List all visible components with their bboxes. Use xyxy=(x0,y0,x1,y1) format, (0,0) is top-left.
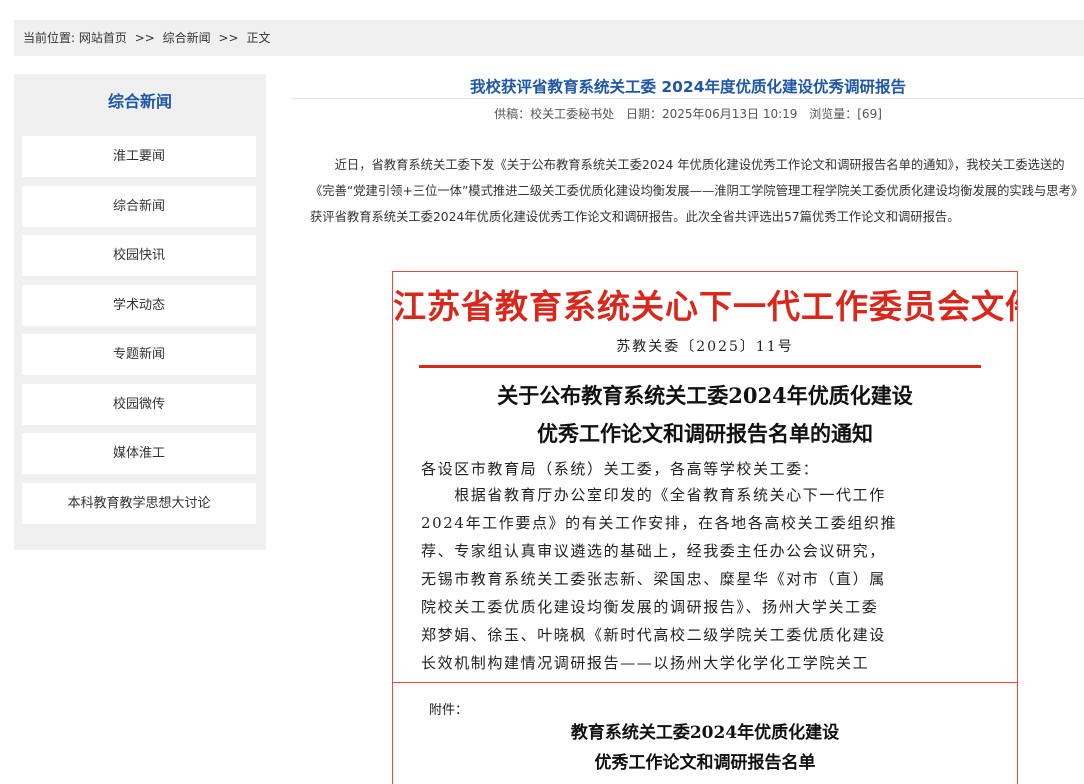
document-number: 苏教关委〔2025〕11号 xyxy=(616,339,794,355)
sidebar-item-media-huaigong[interactable]: 媒体淮工 xyxy=(22,433,256,474)
sidebar-item-campus-micro[interactable]: 校园微传 xyxy=(22,384,256,425)
document-attachment-title-line-2: 优秀工作论文和调研报告名单 xyxy=(594,753,816,773)
article-source: 供稿：校关工委秘书处 xyxy=(494,107,615,121)
document-body-line: 荐、专家组认真审议遴选的基础上，经我委主任办公会议研究， xyxy=(421,542,886,560)
sidebar-title: 综合新闻 xyxy=(107,92,172,111)
document-body-line: 根据省教育厅办公室印发的《全省教育系统关心下一代工作 xyxy=(421,486,886,504)
document-body-line: 2024年工作要点》的有关工作安排，在各地各高校关工委组织推 xyxy=(421,514,898,532)
sidebar-item-academic-news[interactable]: 学术动态 xyxy=(22,285,256,326)
sidebar-item-huaigong-news[interactable]: 淮工要闻 xyxy=(22,136,256,177)
sidebar-item-general-news[interactable]: 综合新闻 xyxy=(22,186,256,227)
document-image: 江苏省教育系统关心下一代工作委员会文件 苏教关委〔2025〕11号 关于公布教育… xyxy=(392,271,1018,784)
breadcrumb-home-link[interactable]: 网站首页 xyxy=(79,31,127,45)
document-body-line: 郑梦娟、徐玉、叶晓枫《新时代高校二级学院关工委优质化建设 xyxy=(421,626,886,644)
document-body-line: 无锡市教育系统关工委张志新、梁国忠、糜星华《对市（直）属 xyxy=(421,570,886,588)
document-red-rule xyxy=(419,365,981,368)
document-body-line: 长效机制构建情况调研报告——以扬州大学化学化工学院关工 xyxy=(421,654,870,672)
breadcrumb-separator: >> xyxy=(218,31,239,45)
sidebar-item-teaching-discussion[interactable]: 本科教育教学思想大讨论 xyxy=(22,483,256,524)
document-header: 江苏省教育系统关心下一代工作委员会文件 xyxy=(393,287,1018,326)
document-page-divider xyxy=(393,682,1017,683)
sidebar-item-special-topics[interactable]: 专题新闻 xyxy=(22,334,256,375)
article-meta: 供稿：校关工委秘书处 日期：2025年06月13日 10:19 浏览量：[69] xyxy=(292,105,1084,123)
article-body: 近日，省教育系统关工委下发《关于公布教育系统关工委2024 年优质化建设优秀工作… xyxy=(310,158,1078,224)
document-title-line-2: 优秀工作论文和调研报告名单的通知 xyxy=(537,421,873,446)
breadcrumb-section-link[interactable]: 综合新闻 xyxy=(163,31,211,45)
document-body-line: 各设区市教育局（系统）关工委，各高等学校关工委： xyxy=(421,460,820,478)
article-title: 我校获评省教育系统关工委 2024年度优质化建设优秀调研报告 xyxy=(292,74,1084,99)
breadcrumb: 当前位置: 网站首页 >> 综合新闻 >> 正文 xyxy=(14,20,1084,56)
article-views: 浏览量：[69] xyxy=(809,107,882,121)
breadcrumb-separator: >> xyxy=(134,31,155,45)
breadcrumb-prefix: 当前位置: xyxy=(23,31,76,45)
document-body-line: 院校关工委优质化建设均衡发展的调研报告》、扬州大学关工委 xyxy=(421,598,879,616)
article-date: 日期：2025年06月13日 10:19 xyxy=(625,107,798,121)
sidebar: 综合新闻 淮工要闻 综合新闻 校园快讯 学术动态 专题新闻 校园微传 媒体淮工 … xyxy=(14,74,266,550)
breadcrumb-current: 正文 xyxy=(246,31,271,45)
sidebar-item-campus-briefs[interactable]: 校园快讯 xyxy=(22,235,256,276)
document-attachment-title-line-1: 教育系统关工委2024年优质化建设 xyxy=(570,723,840,743)
document-title-line-1: 关于公布教育系统关工委2024年优质化建设 xyxy=(497,383,913,408)
article: 我校获评省教育系统关工委 2024年度优质化建设优秀调研报告 供稿：校关工委秘书… xyxy=(292,74,1084,224)
document-attachment-label: 附件： xyxy=(429,703,469,718)
